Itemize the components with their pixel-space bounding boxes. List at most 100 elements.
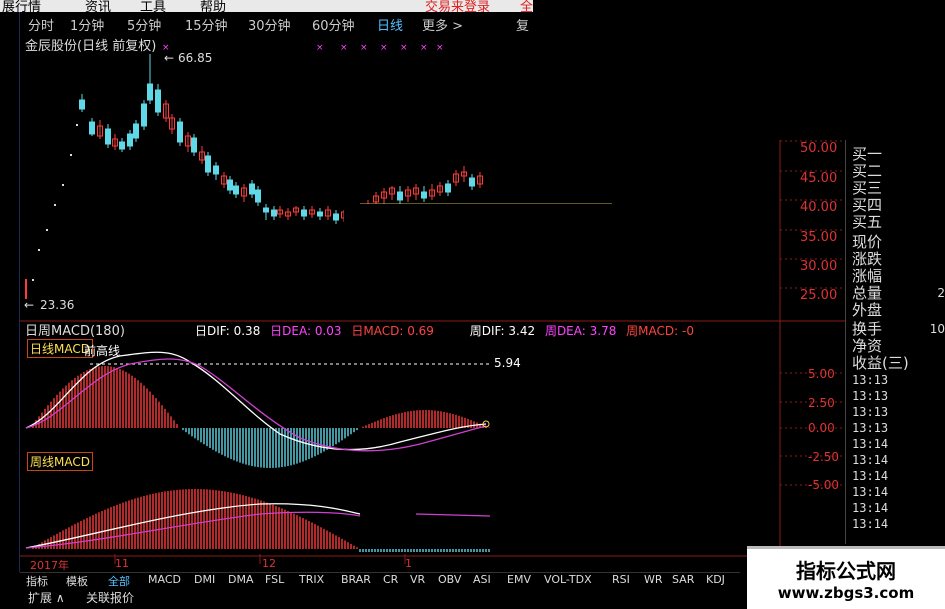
candle-body [177, 121, 183, 143]
period-tab-daily[interactable]: 日线 [377, 15, 403, 34]
period-tab-60min[interactable]: 60分钟 [312, 15, 355, 34]
restore-tab[interactable]: 复 [516, 15, 529, 34]
indicator-tab-dma[interactable]: DMA [228, 573, 254, 586]
high-price-label: 66.85 [178, 51, 213, 65]
tick-time: 13:14 [852, 501, 889, 515]
week-macd-tag: 周线MACD [27, 452, 93, 471]
candle-body [147, 83, 153, 101]
indicator-tab-template[interactable]: 模板 [66, 573, 88, 589]
tick-time: 13:13 [852, 421, 889, 435]
indicator-tab-emv[interactable]: EMV [507, 573, 531, 586]
indicator-tab-asi[interactable]: ASI [473, 573, 491, 586]
tick-time: 13:13 [852, 405, 889, 419]
site-watermark: 指标公式网 www.zbgs3.com [747, 546, 945, 609]
macd-axis-neg-5: -5.00 [808, 478, 840, 492]
price-axis-30: 30.00 [800, 259, 838, 274]
outer-disk-label: 外盘 [852, 301, 883, 319]
candle-body [301, 209, 307, 217]
turnover-value: 10 [929, 322, 945, 336]
bid-5-label: 买五 [852, 213, 883, 231]
candle-body [89, 121, 95, 135]
signal-x-icon: × [380, 43, 388, 53]
candle-body [263, 207, 269, 213]
week-dif-value: 周DIF: 3.42 [469, 324, 536, 338]
candle-body [213, 165, 219, 175]
tick-time: 13:14 [852, 469, 889, 483]
macd-axis-neg-2-5: -2.50 [808, 450, 840, 464]
candle-body [445, 183, 451, 193]
price-dot [46, 229, 48, 231]
signal-x-icon: × [400, 43, 408, 53]
indicator-tab-macd[interactable]: MACD [148, 573, 181, 586]
signal-x-icon: × [316, 43, 324, 53]
indicator-tab-wr[interactable]: WR [644, 573, 663, 586]
candle-body [191, 137, 197, 153]
period-tab-5min[interactable]: 5分钟 [127, 15, 161, 34]
price-axis-35: 35.00 [800, 230, 838, 245]
macd-title: 日周MACD(180) [25, 324, 125, 339]
day-macd-value: 日MACD: 0.69 [351, 324, 434, 338]
signal-x-icon: × [420, 43, 428, 53]
week-dea-line [25, 511, 361, 549]
indicator-tab-fsl[interactable]: FSL [265, 573, 284, 586]
macd-readout: 日DIF: 0.38 日DEA: 0.03 日MACD: 0.69 周DIF: … [195, 322, 700, 339]
day-dif-value: 日DIF: 0.38 [195, 324, 261, 338]
candle-body [119, 141, 125, 150]
indicator-tab-cr[interactable]: CR [383, 573, 398, 586]
candle-body [79, 99, 85, 110]
chart-title: 金辰股份(日线 前复权) [25, 39, 157, 54]
indicator-tab-sar[interactable]: SAR [672, 573, 694, 586]
period-tab-15min[interactable]: 15分钟 [185, 15, 228, 34]
period-tab-more[interactable]: 更多 > [422, 15, 463, 34]
watermark-title: 指标公式网 [796, 559, 896, 583]
price-dot [62, 184, 64, 186]
low-price-label: 23.36 [40, 298, 75, 312]
indicator-tab-rsi[interactable]: RSI [612, 573, 630, 586]
tick-time: 13:14 [852, 485, 889, 499]
macd-histogram [32, 366, 490, 552]
period-tab-1min[interactable]: 1分钟 [70, 15, 104, 34]
menu-trade-login[interactable]: 交易来登录 [425, 0, 490, 12]
menu-help[interactable]: 帮助 [200, 0, 226, 12]
candle-body [249, 183, 255, 195]
signal-x-icon: × [340, 43, 348, 53]
expand-button[interactable]: 扩展 ∧ [28, 589, 65, 606]
indicator-tab-dmi[interactable]: DMI [194, 573, 215, 586]
indicator-tab-vr[interactable]: VR [410, 573, 425, 586]
menu-extra[interactable]: 全 [520, 0, 533, 12]
candle-body [155, 89, 161, 113]
price-dot [76, 124, 78, 126]
price-axis-25: 25.00 [800, 288, 838, 303]
candle-body [141, 103, 147, 127]
indicator-tab-obv[interactable]: OBV [438, 573, 461, 586]
indicator-tab-brar[interactable]: BRAR [341, 573, 371, 586]
indicator-tab-kdj[interactable]: KDJ [706, 573, 725, 586]
earnings-label: 收益(三) [852, 354, 909, 372]
indicator-tab-trix[interactable]: TRIX [299, 573, 324, 586]
period-tab-timeshare[interactable]: 分时 [28, 15, 54, 34]
indicator-tab-indicator[interactable]: 指标 [26, 573, 48, 589]
indicator-tab-vol-tdx[interactable]: VOL-TDX [544, 573, 592, 586]
menu-market[interactable]: 展行情 [2, 0, 41, 12]
price-dot [70, 154, 72, 156]
high-arrow-icon: ← [164, 51, 175, 65]
date-label-2017: 2017年 [30, 559, 69, 572]
week-dea-tail [415, 513, 491, 517]
menu-news[interactable]: 资讯 [85, 0, 111, 12]
date-label-12: 12 [262, 557, 276, 570]
tick-time: 13:14 [852, 453, 889, 467]
menu-tools[interactable]: 工具 [140, 0, 166, 12]
candle-body [133, 123, 139, 139]
indicator-tab-all[interactable]: 全部 [108, 573, 130, 589]
bottom-bar: 扩展 ∧ 关联报价 [20, 589, 740, 609]
tick-time: 13:14 [852, 517, 889, 531]
related-quote-button[interactable]: 关联报价 [86, 589, 134, 606]
week-dea-value: 周DEA: 3.78 [544, 324, 617, 338]
period-tab-30min[interactable]: 30分钟 [248, 15, 291, 34]
tick-time: 13:14 [852, 437, 889, 451]
candle-body [233, 185, 239, 195]
date-label-11: 11 [115, 557, 129, 570]
candle-body [227, 179, 233, 191]
candle-body [333, 213, 339, 221]
macd-axis-2-5: 2.50 [808, 396, 835, 410]
